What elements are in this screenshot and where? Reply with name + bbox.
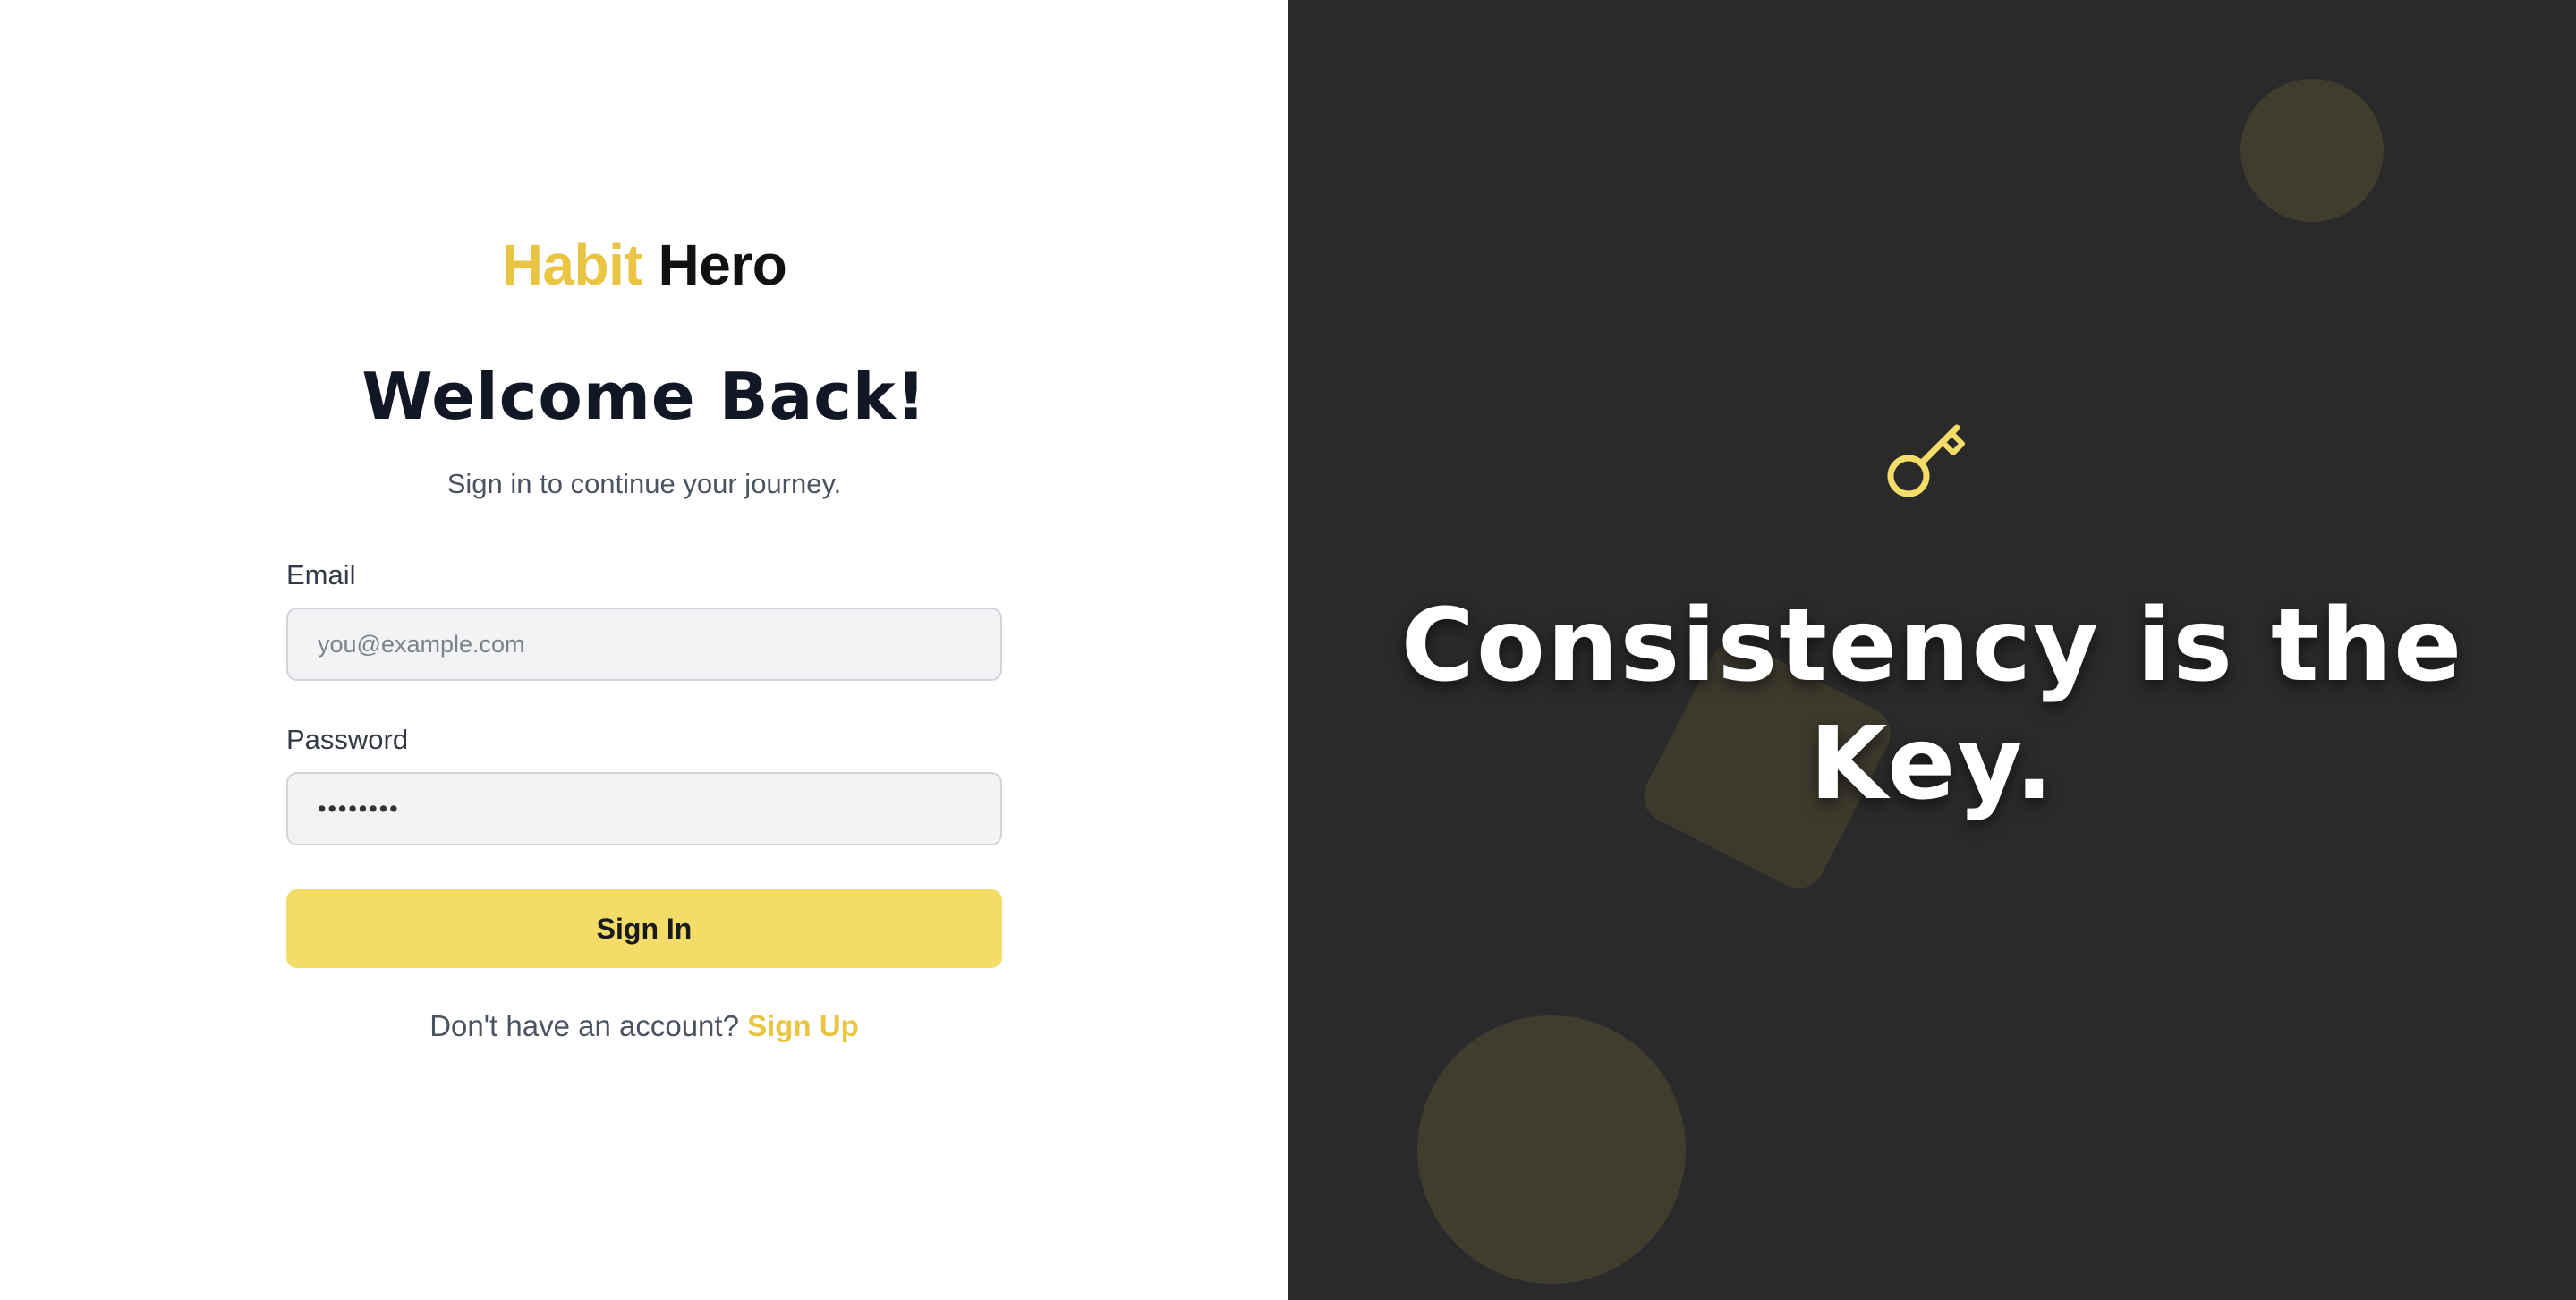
brand-word-habit: Habit bbox=[501, 233, 643, 297]
password-label: Password bbox=[286, 724, 409, 755]
login-page: Habit Hero Welcome Back! Sign in to cont… bbox=[0, 0, 2576, 1300]
signup-row: Don't have an account? Sign Up bbox=[0, 1008, 1288, 1044]
email-field[interactable] bbox=[286, 608, 1002, 681]
sign-up-link[interactable]: Sign Up bbox=[747, 1009, 859, 1042]
promo-quote-line2: Key. bbox=[1809, 706, 2055, 822]
promo-quote: Consistency is the Key. bbox=[1288, 587, 2576, 823]
signup-prompt: Don't have an account? bbox=[429, 1009, 739, 1042]
page-title: Welcome Back! bbox=[361, 359, 927, 434]
promo-quote-line1: Consistency is the bbox=[1400, 588, 2464, 704]
brand-word-hero: Hero bbox=[658, 233, 787, 297]
promo-panel: Consistency is the Key. bbox=[1288, 0, 2576, 1300]
sign-in-button[interactable]: Sign In bbox=[286, 889, 1002, 968]
login-panel: Habit Hero Welcome Back! Sign in to cont… bbox=[0, 0, 1288, 1300]
key-icon bbox=[1887, 424, 1965, 497]
brand-logo: Habit Hero bbox=[0, 231, 1288, 299]
decorative-circle-bottom bbox=[1417, 1015, 1686, 1284]
email-label: Email bbox=[286, 559, 356, 591]
page-subtitle: Sign in to continue your journey. bbox=[446, 468, 842, 499]
decorative-circle-top bbox=[2240, 79, 2384, 222]
password-field[interactable] bbox=[286, 772, 1002, 845]
